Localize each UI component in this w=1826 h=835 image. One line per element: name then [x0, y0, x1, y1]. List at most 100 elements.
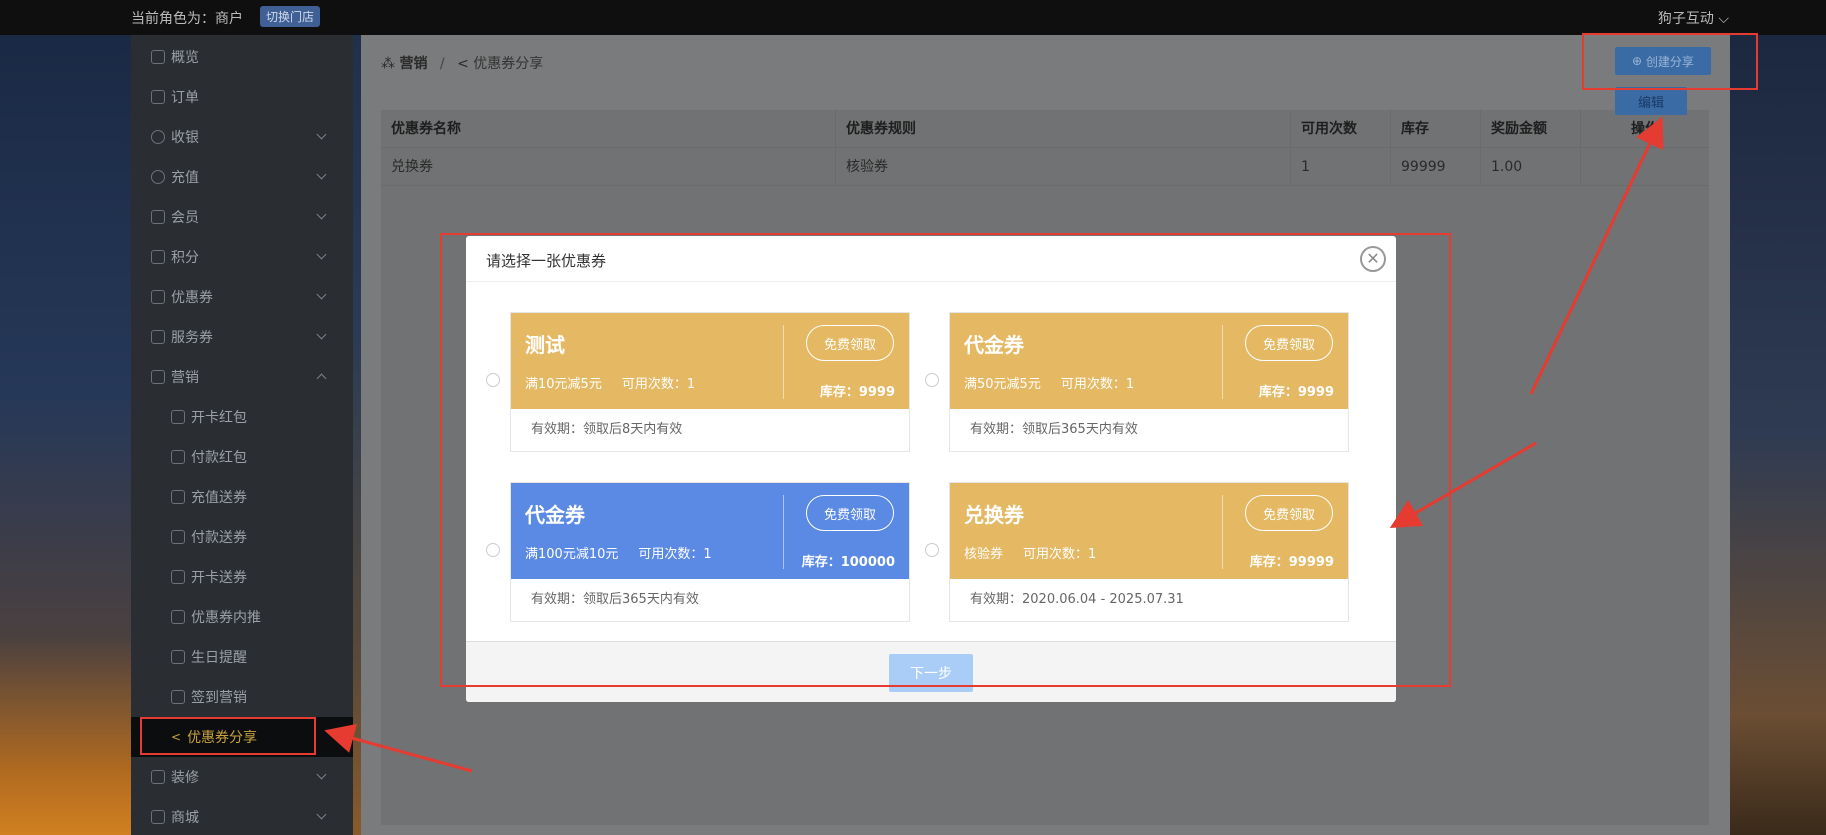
- breadcrumb-separator: /: [439, 56, 445, 72]
- order-icon: [151, 90, 165, 104]
- table-cell: 99999: [1391, 148, 1481, 186]
- ticket-icon: [171, 570, 185, 584]
- sidebar-item-service-coupons[interactable]: 服务券: [131, 317, 353, 357]
- sidebar-item-label: 装修: [171, 770, 199, 786]
- sidebar-subitem-recharge-coupon[interactable]: 充值送券: [131, 477, 353, 517]
- ticket-icon: [171, 490, 185, 504]
- redpacket-icon: [171, 450, 185, 464]
- table-header: 操作: [1631, 121, 1659, 137]
- sidebar-subitem-pay-coupon[interactable]: 付款送券: [131, 517, 353, 557]
- sidebar-item-label: 优惠券内推: [191, 610, 261, 626]
- sidebar-item-label: 优惠券: [171, 290, 213, 306]
- chevron-down-icon: [316, 249, 327, 260]
- sidebar-subitem-checkin-marketing[interactable]: 签到营销: [131, 677, 353, 717]
- sidebar-item-overview[interactable]: 概览: [131, 37, 353, 77]
- sidebar-item-label: 充值送券: [191, 490, 247, 506]
- table-cell-actions: [1581, 148, 1709, 186]
- decoration-icon: [151, 770, 165, 784]
- edit-button[interactable]: 编辑: [1615, 87, 1687, 115]
- sidebar-item-label: 签到营销: [191, 690, 247, 706]
- sidebar-item-label: 付款红包: [191, 450, 247, 466]
- chevron-down-icon: [316, 329, 327, 340]
- sidebar-item-label: 营销: [171, 370, 199, 386]
- sidebar-item-label: 收银: [171, 130, 199, 146]
- sidebar-item-label: 商城: [171, 810, 199, 826]
- sidebar-item-label: 会员: [171, 210, 199, 226]
- annotation-box-sidebar: [140, 717, 316, 755]
- yen-icon: [151, 170, 165, 184]
- chevron-down-icon: [316, 209, 327, 220]
- table-header: 奖励金额: [1481, 110, 1581, 148]
- sidebar-item-label: 服务券: [171, 330, 213, 346]
- cake-icon: [171, 650, 185, 664]
- calendar-icon: [171, 690, 185, 704]
- ticket-icon: [151, 330, 165, 344]
- chevron-down-icon: [316, 289, 327, 300]
- ticket-icon: [151, 290, 165, 304]
- user-name: 狗子互动: [1657, 11, 1714, 27]
- sidebar: 概览 订单 收银 充值 会员 积分 优惠券 服务券 营销 开卡红包 付款红包 充…: [131, 35, 353, 835]
- sidebar-item-points[interactable]: 积分: [131, 237, 353, 277]
- sidebar-subitem-open-card-redpacket[interactable]: 开卡红包: [131, 397, 353, 437]
- user-menu[interactable]: 狗子互动 ⌵: [1658, 8, 1729, 28]
- table-header: 可用次数: [1291, 110, 1391, 148]
- sidebar-item-label: 生日提醒: [191, 650, 247, 666]
- sidebar-item-label: 开卡红包: [191, 410, 247, 426]
- table-header: 优惠券规则: [836, 110, 1291, 148]
- table-header: 优惠券名称: [381, 110, 836, 148]
- sidebar-item-label: 付款送券: [191, 530, 247, 546]
- sidebar-item-label: 充值: [171, 170, 199, 186]
- sidebar-item-orders[interactable]: 订单: [131, 77, 353, 117]
- points-icon: [151, 250, 165, 264]
- shop-icon: [151, 810, 165, 824]
- breadcrumb-marketing[interactable]: 营销: [399, 56, 427, 72]
- sidebar-item-decoration[interactable]: 装修: [131, 757, 353, 797]
- switch-store-button[interactable]: 切换门店: [260, 6, 321, 27]
- chevron-up-icon: [316, 373, 327, 384]
- sidebar-item-marketing[interactable]: 营销: [131, 357, 353, 397]
- table-cell: 1: [1291, 148, 1391, 186]
- sidebar-item-label: 开卡送券: [191, 570, 247, 586]
- sidebar-item-cashier[interactable]: 收银: [131, 117, 353, 157]
- sidebar-item-coupons[interactable]: 优惠券: [131, 277, 353, 317]
- redpacket-icon: [171, 410, 185, 424]
- sidebar-item-label: 订单: [171, 90, 199, 106]
- sidebar-subitem-coupon-referral[interactable]: 优惠券内推: [131, 597, 353, 637]
- sidebar-item-mall[interactable]: 商城: [131, 797, 353, 835]
- sidebar-item-recharge[interactable]: 充值: [131, 157, 353, 197]
- table-header: 库存: [1391, 110, 1481, 148]
- table-cell: 核验券: [836, 148, 1291, 186]
- member-icon: [151, 210, 165, 224]
- table-row: 兑换券 核验券 1 99999 1.00: [381, 148, 1709, 186]
- edit-label: 编辑: [1637, 95, 1664, 111]
- annotation-box-create: [1582, 33, 1758, 90]
- ticket-icon: [171, 530, 185, 544]
- table-cell: 1.00: [1481, 148, 1581, 186]
- top-bar: 当前角色为：商户 切换门店 狗子互动 ⌵: [0, 0, 1826, 35]
- breadcrumb: ⁂ 营销 / < 优惠券分享: [381, 53, 543, 73]
- table-header-row: 优惠券名称 优惠券规则 可用次数 库存 奖励金额 操作: [381, 110, 1709, 148]
- breadcrumb-coupon-share: 优惠券分享: [473, 56, 544, 72]
- sidebar-subitem-open-card-coupon[interactable]: 开卡送券: [131, 557, 353, 597]
- sidebar-subitem-birthday-reminder[interactable]: 生日提醒: [131, 637, 353, 677]
- marketing-icon: ⁂: [381, 56, 400, 72]
- sidebar-item-label: 概览: [171, 50, 199, 66]
- background-right: [1730, 35, 1826, 835]
- role-label: 当前角色为：商户: [131, 11, 243, 27]
- marketing-icon: [151, 370, 165, 384]
- ticket-icon: [171, 610, 185, 624]
- yen-icon: [151, 130, 165, 144]
- chevron-down-icon: [316, 169, 327, 180]
- share-icon: <: [457, 56, 474, 72]
- chevron-down-icon: ⌵: [1718, 11, 1729, 27]
- chevron-down-icon: [316, 129, 327, 140]
- background-left: [0, 35, 131, 835]
- sidebar-item-members[interactable]: 会员: [131, 197, 353, 237]
- home-icon: [151, 50, 165, 64]
- chevron-down-icon: [316, 769, 327, 780]
- table-cell: 兑换券: [381, 148, 836, 186]
- chevron-down-icon: [316, 809, 327, 820]
- sidebar-item-label: 积分: [171, 250, 199, 266]
- sidebar-subitem-pay-redpacket[interactable]: 付款红包: [131, 437, 353, 477]
- annotation-box-modal: [440, 233, 1451, 687]
